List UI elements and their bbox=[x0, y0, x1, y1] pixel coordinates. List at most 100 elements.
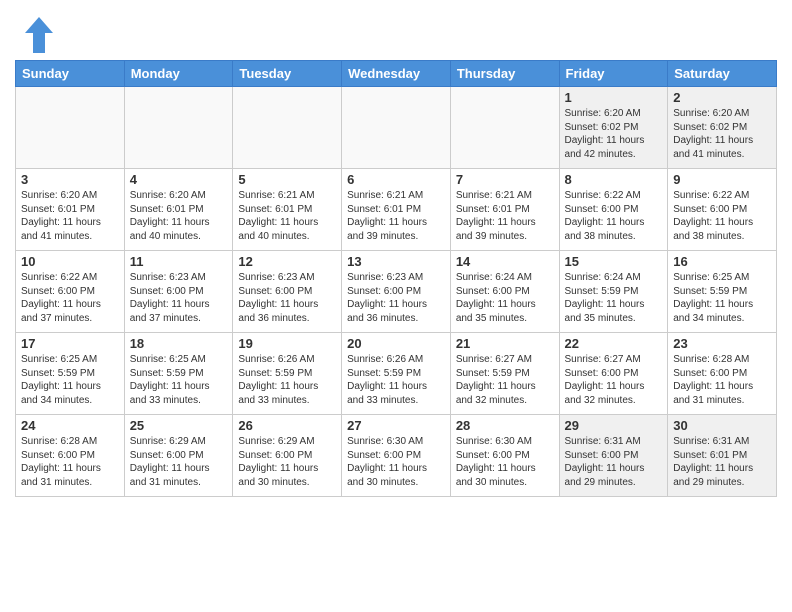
calendar-cell: 4 Sunrise: 6:20 AM Sunset: 6:01 PM Daylig… bbox=[124, 169, 233, 251]
calendar-cell: 30 Sunrise: 6:31 AM Sunset: 6:01 PM Dayli… bbox=[668, 415, 777, 497]
logo-icon bbox=[23, 15, 55, 55]
day-info: Sunrise: 6:24 AM Sunset: 6:00 PM Dayligh… bbox=[456, 271, 554, 325]
day-info: Sunrise: 6:25 AM Sunset: 5:59 PM Dayligh… bbox=[130, 353, 228, 407]
calendar-cell bbox=[450, 87, 559, 169]
day-number: 13 bbox=[347, 254, 445, 269]
day-info: Sunrise: 6:31 AM Sunset: 6:01 PM Dayligh… bbox=[673, 435, 771, 489]
day-number: 6 bbox=[347, 172, 445, 187]
weekday-header-sunday: Sunday bbox=[16, 61, 125, 87]
day-number: 29 bbox=[565, 418, 663, 433]
day-number: 25 bbox=[130, 418, 228, 433]
day-info: Sunrise: 6:28 AM Sunset: 6:00 PM Dayligh… bbox=[673, 353, 771, 407]
calendar-cell: 28 Sunrise: 6:30 AM Sunset: 6:00 PM Dayli… bbox=[450, 415, 559, 497]
calendar-cell: 22 Sunrise: 6:27 AM Sunset: 6:00 PM Dayli… bbox=[559, 333, 668, 415]
day-number: 5 bbox=[238, 172, 336, 187]
calendar-cell: 25 Sunrise: 6:29 AM Sunset: 6:00 PM Dayli… bbox=[124, 415, 233, 497]
day-info: Sunrise: 6:20 AM Sunset: 6:02 PM Dayligh… bbox=[673, 107, 771, 161]
calendar-cell: 1 Sunrise: 6:20 AM Sunset: 6:02 PM Daylig… bbox=[559, 87, 668, 169]
day-info: Sunrise: 6:20 AM Sunset: 6:01 PM Dayligh… bbox=[130, 189, 228, 243]
day-number: 3 bbox=[21, 172, 119, 187]
calendar-cell: 5 Sunrise: 6:21 AM Sunset: 6:01 PM Daylig… bbox=[233, 169, 342, 251]
calendar-cell: 8Sunrise: 6:22 AM Sunset: 6:00 PM Daylig… bbox=[559, 169, 668, 251]
calendar-cell: 26 Sunrise: 6:29 AM Sunset: 6:00 PM Dayli… bbox=[233, 415, 342, 497]
day-info: Sunrise: 6:23 AM Sunset: 6:00 PM Dayligh… bbox=[238, 271, 336, 325]
day-number: 4 bbox=[130, 172, 228, 187]
calendar-cell: 18 Sunrise: 6:25 AM Sunset: 5:59 PM Dayli… bbox=[124, 333, 233, 415]
day-info: Sunrise: 6:20 AM Sunset: 6:01 PM Dayligh… bbox=[21, 189, 119, 243]
day-number: 21 bbox=[456, 336, 554, 351]
day-number: 9 bbox=[673, 172, 771, 187]
day-info: Sunrise: 6:22 AM Sunset: 6:00 PM Dayligh… bbox=[673, 189, 771, 243]
day-info: Sunrise: 6:31 AM Sunset: 6:00 PM Dayligh… bbox=[565, 435, 663, 489]
calendar-cell: 3 Sunrise: 6:20 AM Sunset: 6:01 PM Daylig… bbox=[16, 169, 125, 251]
calendar-cell: 9 Sunrise: 6:22 AM Sunset: 6:00 PM Daylig… bbox=[668, 169, 777, 251]
day-number: 20 bbox=[347, 336, 445, 351]
day-number: 28 bbox=[456, 418, 554, 433]
day-info: Sunrise: 6:30 AM Sunset: 6:00 PM Dayligh… bbox=[347, 435, 445, 489]
day-info: Sunrise: 6:22 AM Sunset: 6:00 PM Dayligh… bbox=[21, 271, 119, 325]
day-info: Sunrise: 6:27 AM Sunset: 6:00 PM Dayligh… bbox=[565, 353, 663, 407]
calendar-cell: 12 Sunrise: 6:23 AM Sunset: 6:00 PM Dayli… bbox=[233, 251, 342, 333]
day-info: Sunrise: 6:24 AM Sunset: 5:59 PM Dayligh… bbox=[565, 271, 663, 325]
day-info: Sunrise: 6:21 AM Sunset: 6:01 PM Dayligh… bbox=[238, 189, 336, 243]
day-number: 27 bbox=[347, 418, 445, 433]
calendar-cell: 19 Sunrise: 6:26 AM Sunset: 5:59 PM Dayli… bbox=[233, 333, 342, 415]
calendar-cell bbox=[342, 87, 451, 169]
calendar-cell bbox=[233, 87, 342, 169]
day-info: Sunrise: 6:26 AM Sunset: 5:59 PM Dayligh… bbox=[238, 353, 336, 407]
day-number: 12 bbox=[238, 254, 336, 269]
day-info: Sunrise: 6:21 AM Sunset: 6:01 PM Dayligh… bbox=[456, 189, 554, 243]
day-number: 14 bbox=[456, 254, 554, 269]
day-number: 8 bbox=[565, 172, 663, 187]
calendar-cell: 13 Sunrise: 6:23 AM Sunset: 6:00 PM Dayli… bbox=[342, 251, 451, 333]
page-header bbox=[0, 0, 792, 60]
day-number: 23 bbox=[673, 336, 771, 351]
day-number: 26 bbox=[238, 418, 336, 433]
calendar-cell bbox=[16, 87, 125, 169]
calendar-cell: 14 Sunrise: 6:24 AM Sunset: 6:00 PM Dayli… bbox=[450, 251, 559, 333]
day-number: 1 bbox=[565, 90, 663, 105]
calendar-cell: 20 Sunrise: 6:26 AM Sunset: 5:59 PM Dayli… bbox=[342, 333, 451, 415]
day-info: Sunrise: 6:25 AM Sunset: 5:59 PM Dayligh… bbox=[673, 271, 771, 325]
calendar-cell: 15 Sunrise: 6:24 AM Sunset: 5:59 PM Dayli… bbox=[559, 251, 668, 333]
calendar-cell: 2 Sunrise: 6:20 AM Sunset: 6:02 PM Daylig… bbox=[668, 87, 777, 169]
day-number: 7 bbox=[456, 172, 554, 187]
day-number: 17 bbox=[21, 336, 119, 351]
calendar-cell: 27 Sunrise: 6:30 AM Sunset: 6:00 PM Dayli… bbox=[342, 415, 451, 497]
day-info: Sunrise: 6:28 AM Sunset: 6:00 PM Dayligh… bbox=[21, 435, 119, 489]
calendar-cell: 17 Sunrise: 6:25 AM Sunset: 5:59 PM Dayli… bbox=[16, 333, 125, 415]
day-number: 11 bbox=[130, 254, 228, 269]
calendar-cell: 16 Sunrise: 6:25 AM Sunset: 5:59 PM Dayli… bbox=[668, 251, 777, 333]
day-number: 30 bbox=[673, 418, 771, 433]
day-info: Sunrise: 6:26 AM Sunset: 5:59 PM Dayligh… bbox=[347, 353, 445, 407]
calendar-cell: 7 Sunrise: 6:21 AM Sunset: 6:01 PM Daylig… bbox=[450, 169, 559, 251]
day-info: Sunrise: 6:29 AM Sunset: 6:00 PM Dayligh… bbox=[130, 435, 228, 489]
day-info: Sunrise: 6:30 AM Sunset: 6:00 PM Dayligh… bbox=[456, 435, 554, 489]
day-number: 24 bbox=[21, 418, 119, 433]
day-number: 15 bbox=[565, 254, 663, 269]
calendar-cell bbox=[124, 87, 233, 169]
day-info: Sunrise: 6:29 AM Sunset: 6:00 PM Dayligh… bbox=[238, 435, 336, 489]
day-number: 16 bbox=[673, 254, 771, 269]
weekday-header-wednesday: Wednesday bbox=[342, 61, 451, 87]
calendar-cell: 21Sunrise: 6:27 AM Sunset: 5:59 PM Dayli… bbox=[450, 333, 559, 415]
calendar-cell: 10 Sunrise: 6:22 AM Sunset: 6:00 PM Dayli… bbox=[16, 251, 125, 333]
day-info: Sunrise: 6:23 AM Sunset: 6:00 PM Dayligh… bbox=[347, 271, 445, 325]
calendar-cell: 29 Sunrise: 6:31 AM Sunset: 6:00 PM Dayli… bbox=[559, 415, 668, 497]
day-number: 19 bbox=[238, 336, 336, 351]
weekday-header-friday: Friday bbox=[559, 61, 668, 87]
calendar-cell: 6Sunrise: 6:21 AM Sunset: 6:01 PM Daylig… bbox=[342, 169, 451, 251]
weekday-header-tuesday: Tuesday bbox=[233, 61, 342, 87]
day-info: Sunrise: 6:25 AM Sunset: 5:59 PM Dayligh… bbox=[21, 353, 119, 407]
day-info: Sunrise: 6:23 AM Sunset: 6:00 PM Dayligh… bbox=[130, 271, 228, 325]
day-number: 10 bbox=[21, 254, 119, 269]
calendar-cell: 23 Sunrise: 6:28 AM Sunset: 6:00 PM Dayli… bbox=[668, 333, 777, 415]
calendar-cell: 11 Sunrise: 6:23 AM Sunset: 6:00 PM Dayli… bbox=[124, 251, 233, 333]
day-number: 22 bbox=[565, 336, 663, 351]
weekday-header-saturday: Saturday bbox=[668, 61, 777, 87]
calendar-cell: 24 Sunrise: 6:28 AM Sunset: 6:00 PM Dayli… bbox=[16, 415, 125, 497]
day-info: Sunrise: 6:20 AM Sunset: 6:02 PM Dayligh… bbox=[565, 107, 663, 161]
day-number: 2 bbox=[673, 90, 771, 105]
day-number: 18 bbox=[130, 336, 228, 351]
calendar-table: SundayMondayTuesdayWednesdayThursdayFrid… bbox=[15, 60, 777, 497]
